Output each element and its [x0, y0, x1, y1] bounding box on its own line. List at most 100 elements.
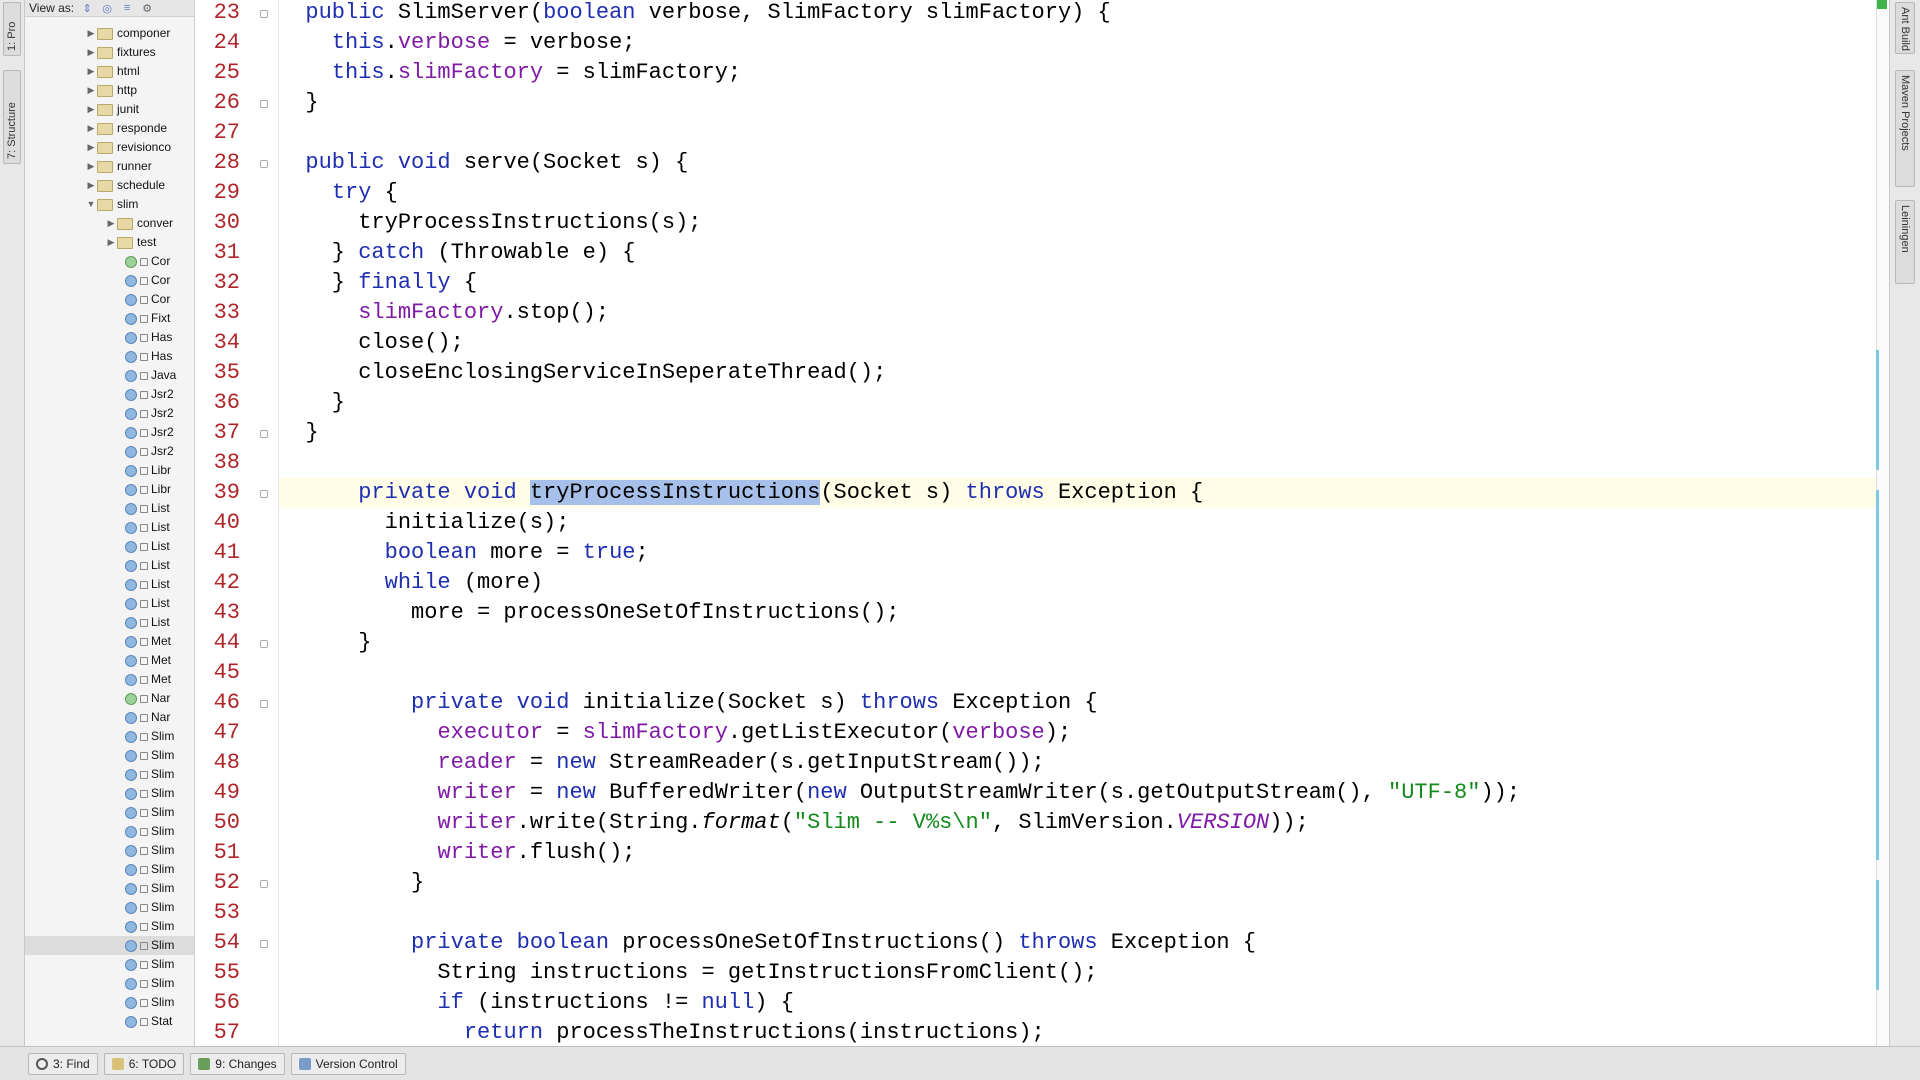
- tree-class-item[interactable]: Cor: [25, 252, 194, 271]
- fold-marker-icon[interactable]: [260, 700, 268, 708]
- code-line[interactable]: }: [279, 388, 1876, 418]
- todo-tool-tab[interactable]: 6: TODO: [103, 1052, 185, 1075]
- change-marker[interactable]: [1876, 880, 1879, 990]
- code-line[interactable]: }: [279, 418, 1876, 448]
- tree-class-item[interactable]: Slim: [25, 936, 194, 955]
- tree-class-item[interactable]: Slim: [25, 879, 194, 898]
- code-line[interactable]: [279, 898, 1876, 928]
- structure-tool-tab[interactable]: 7: Structure: [3, 70, 21, 164]
- code-line[interactable]: } catch (Throwable e) {: [279, 238, 1876, 268]
- scroll-from-source-icon[interactable]: ◎: [100, 2, 114, 15]
- code-line[interactable]: initialize(s);: [279, 508, 1876, 538]
- tree-class-item[interactable]: Cor: [25, 290, 194, 309]
- code-line[interactable]: public SlimServer(boolean verbose, SlimF…: [279, 0, 1876, 28]
- code-line[interactable]: executor = slimFactory.getListExecutor(v…: [279, 718, 1876, 748]
- tree-class-item[interactable]: List: [25, 613, 194, 632]
- tree-folder-item[interactable]: ▶ runner: [25, 157, 194, 176]
- collapsed-arrow-icon[interactable]: ▶: [85, 157, 97, 176]
- collapsed-arrow-icon[interactable]: ▶: [85, 176, 97, 195]
- code-line[interactable]: closeEnclosingServiceInSeperateThread();: [279, 358, 1876, 388]
- code-line[interactable]: [279, 658, 1876, 688]
- tree-folder-item[interactable]: ▶ responde: [25, 119, 194, 138]
- code-line[interactable]: } finally {: [279, 268, 1876, 298]
- code-line[interactable]: boolean more = true;: [279, 538, 1876, 568]
- tree-folder-item[interactable]: ▶ fixtures: [25, 43, 194, 62]
- maven-projects-tool-tab[interactable]: Maven Projects: [1895, 70, 1915, 187]
- tree-class-item[interactable]: List: [25, 499, 194, 518]
- code-line[interactable]: }: [279, 868, 1876, 898]
- tree-folder-item[interactable]: ▶ revisionco: [25, 138, 194, 157]
- tree-folder-item[interactable]: ▼ slim: [25, 195, 194, 214]
- current-code-line[interactable]: private void tryProcessInstructions(Sock…: [279, 478, 1876, 508]
- tree-class-item[interactable]: Slim: [25, 974, 194, 993]
- code-line[interactable]: if (instructions != null) {: [279, 988, 1876, 1018]
- fold-marker-icon[interactable]: [260, 100, 268, 108]
- view-as-dropdown[interactable]: ⇕: [80, 2, 94, 15]
- tree-class-item[interactable]: List: [25, 556, 194, 575]
- tree-class-item[interactable]: Slim: [25, 727, 194, 746]
- ant-build-tool-tab[interactable]: Ant Build: [1895, 2, 1915, 54]
- code-line[interactable]: String instructions = getInstructionsFro…: [279, 958, 1876, 988]
- code-line[interactable]: reader = new StreamReader(s.getInputStre…: [279, 748, 1876, 778]
- tree-class-item[interactable]: Jsr2: [25, 404, 194, 423]
- tree-folder-item[interactable]: ▶ conver: [25, 214, 194, 233]
- change-marker[interactable]: [1876, 490, 1879, 860]
- tree-class-item[interactable]: Has: [25, 328, 194, 347]
- tree-class-item[interactable]: Stat: [25, 1012, 194, 1031]
- tree-class-item[interactable]: List: [25, 518, 194, 537]
- code-line[interactable]: slimFactory.stop();: [279, 298, 1876, 328]
- tree-class-item[interactable]: Libr: [25, 480, 194, 499]
- change-marker[interactable]: [1876, 350, 1879, 470]
- fold-marker-icon[interactable]: [260, 940, 268, 948]
- tree-class-item[interactable]: Java: [25, 366, 194, 385]
- project-tool-tab[interactable]: 1: Pro: [3, 2, 21, 56]
- tree-folder-item[interactable]: ▶ html: [25, 62, 194, 81]
- code-line[interactable]: this.verbose = verbose;: [279, 28, 1876, 58]
- fold-marker-icon[interactable]: [260, 490, 268, 498]
- code-line[interactable]: [279, 118, 1876, 148]
- collapsed-arrow-icon[interactable]: ▶: [85, 24, 97, 43]
- tree-class-item[interactable]: Nar: [25, 689, 194, 708]
- collapsed-arrow-icon[interactable]: ▶: [85, 119, 97, 138]
- tree-class-item[interactable]: Slim: [25, 955, 194, 974]
- tree-class-item[interactable]: Slim: [25, 993, 194, 1012]
- leiningen-tool-tab[interactable]: Leiningen: [1895, 200, 1915, 284]
- code-line[interactable]: close();: [279, 328, 1876, 358]
- tree-class-item[interactable]: Slim: [25, 917, 194, 936]
- tree-class-item[interactable]: Jsr2: [25, 385, 194, 404]
- code-line[interactable]: while (more): [279, 568, 1876, 598]
- tree-class-item[interactable]: Has: [25, 347, 194, 366]
- code-line[interactable]: private void initialize(Socket s) throws…: [279, 688, 1876, 718]
- tree-class-item[interactable]: Slim: [25, 822, 194, 841]
- tree-folder-item[interactable]: ▶ test: [25, 233, 194, 252]
- tree-class-item[interactable]: Slim: [25, 746, 194, 765]
- code-line[interactable]: tryProcessInstructions(s);: [279, 208, 1876, 238]
- code-line[interactable]: return processTheInstructions(instructio…: [279, 1018, 1876, 1046]
- find-tool-tab[interactable]: 3: Find: [28, 1052, 98, 1075]
- code-line[interactable]: public void serve(Socket s) {: [279, 148, 1876, 178]
- code-line[interactable]: writer = new BufferedWriter(new OutputSt…: [279, 778, 1876, 808]
- tree-class-item[interactable]: Slim: [25, 765, 194, 784]
- collapsed-arrow-icon[interactable]: ▶: [85, 43, 97, 62]
- tree-class-item[interactable]: List: [25, 594, 194, 613]
- tree-class-item[interactable]: List: [25, 575, 194, 594]
- tree-class-item[interactable]: Cor: [25, 271, 194, 290]
- tree-class-item[interactable]: Jsr2: [25, 442, 194, 461]
- tree-folder-item[interactable]: ▶ schedule: [25, 176, 194, 195]
- tree-class-item[interactable]: Slim: [25, 841, 194, 860]
- fold-marker-icon[interactable]: [260, 10, 268, 18]
- tree-class-item[interactable]: Slim: [25, 898, 194, 917]
- fold-marker-icon[interactable]: [260, 880, 268, 888]
- tree-folder-item[interactable]: ▶ http: [25, 81, 194, 100]
- tree-class-item[interactable]: Slim: [25, 803, 194, 822]
- tree-class-item[interactable]: Nar: [25, 708, 194, 727]
- tree-class-item[interactable]: Met: [25, 670, 194, 689]
- collapsed-arrow-icon[interactable]: ▶: [85, 100, 97, 119]
- expanded-arrow-icon[interactable]: ▼: [85, 195, 97, 214]
- tree-folder-item[interactable]: ▶ componer: [25, 24, 194, 43]
- tree-class-item[interactable]: Met: [25, 651, 194, 670]
- collapsed-arrow-icon[interactable]: ▶: [105, 233, 117, 252]
- version-control-tool-tab[interactable]: Version Control: [290, 1052, 406, 1075]
- code-editor[interactable]: public SlimServer(boolean verbose, SlimF…: [279, 0, 1876, 1046]
- code-line[interactable]: }: [279, 88, 1876, 118]
